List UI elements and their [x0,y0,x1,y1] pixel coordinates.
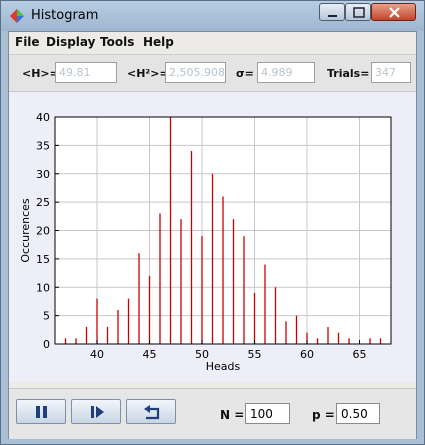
y-axis-label: Occurences [19,198,32,263]
y-tick-label: 25 [36,196,50,209]
p-label: p = [312,408,335,422]
sigma-field: 4.989 [257,62,315,83]
x-tick-label: 65 [353,348,367,361]
menu-display[interactable]: Display [46,35,95,49]
reset-button[interactable] [126,399,176,424]
mean-square-label: <H²>= [127,67,169,80]
x-tick-label: 55 [248,348,262,361]
y-tick-label: 15 [36,253,50,266]
n-label: N = [220,408,245,422]
n-input[interactable]: 100 [245,403,290,424]
y-tick-label: 40 [36,111,50,124]
trials-label: Trials= [327,67,370,80]
trials-field: 347 [371,62,411,83]
x-tick-label: 60 [300,348,314,361]
menu-bar: File Display Tools Help [9,32,416,55]
control-panel: N = 100 p = 0.50 [9,388,416,439]
close-button[interactable] [371,3,416,21]
reset-icon [144,405,160,420]
close-icon [389,7,400,18]
maximize-button[interactable] [345,3,371,21]
app-icon [10,9,24,23]
x-tick-label: 45 [143,348,157,361]
histogram-panel: 0 5 10 15 20 25 30 35 40 40 45 50 55 60 65 Heads Occuren… [9,92,416,382]
x-axis-label: Heads [206,360,241,373]
title-bar[interactable]: Histogram [1,1,424,31]
app-window: Histogram File Display Tools Help <H>= 4… [0,0,425,445]
mean-field: 49.81 [55,62,117,83]
statistics-panel: <H>= 49.81 <H²>= 2,505.908 σ= 4.989 Tria… [9,55,416,92]
pause-icon [36,406,47,418]
menu-file[interactable]: File [15,35,40,49]
sigma-label: σ= [236,67,254,80]
y-tick-label: 30 [36,168,50,181]
y-tick-label: 10 [36,281,50,294]
y-tick-label: 20 [36,225,50,238]
y-tick-label: 5 [43,310,50,323]
step-button[interactable] [71,399,121,424]
step-icon [91,406,104,418]
histogram-chart: 051015202530354040 45 50 55 60 65HeadsOccuren… [19,111,392,373]
pause-button[interactable] [16,399,66,424]
x-tick-label: 40 [90,348,104,361]
minimize-icon [328,15,337,17]
y-tick-label: 35 [36,139,50,152]
menu-tools[interactable]: Tools [100,35,134,49]
maximize-icon [353,7,365,18]
p-input[interactable]: 0.50 [336,403,380,424]
y-tick-label: 0 [43,338,50,351]
mean-square-field: 2,505.908 [165,62,226,83]
menu-help[interactable]: Help [143,35,174,49]
mean-label: <H>= [22,67,59,80]
client-area: File Display Tools Help <H>= 49.81 <H²>=… [8,31,417,439]
minimize-button[interactable] [319,3,345,21]
window-title: Histogram [31,8,99,23]
